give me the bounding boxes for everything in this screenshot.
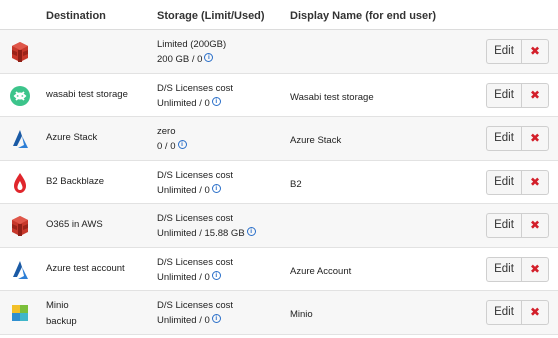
- table-body: Limited (200GB) 200 GB / 0i Edit ✖ wasab…: [0, 30, 558, 335]
- delete-button[interactable]: ✖: [521, 39, 549, 64]
- table-row: Limited (200GB) 200 GB / 0i Edit ✖: [0, 30, 558, 74]
- aws-s3-icon: [9, 215, 31, 237]
- storage-cell: Limited (200GB) 200 GB / 0i: [157, 37, 226, 67]
- delete-button[interactable]: ✖: [521, 126, 549, 151]
- info-icon[interactable]: i: [211, 183, 221, 193]
- destination-name: Azure test account: [46, 262, 125, 274]
- storage-usage: Unlimited / 0i: [157, 313, 233, 328]
- storage-usage: Unlimited / 0i: [157, 183, 233, 198]
- azure-icon: [9, 128, 31, 150]
- edit-button[interactable]: Edit: [486, 213, 521, 238]
- storage-type: D/S Licenses cost: [157, 169, 234, 181]
- edit-button[interactable]: Edit: [486, 256, 521, 282]
- table-row: B2 Backblaze D/S Licenses cost Unlimited…: [0, 160, 558, 204]
- storage-cell: D/S Licenses cost Unlimited / 0i: [157, 81, 233, 111]
- delete-button[interactable]: ✖: [521, 169, 549, 195]
- header-storage: Storage (Limit/Used): [157, 10, 265, 22]
- storage-usage: 200 GB / 0i: [157, 52, 226, 67]
- edit-button[interactable]: Edit: [486, 169, 521, 195]
- edit-button[interactable]: Edit: [486, 82, 521, 108]
- storage-cell: D/S Licenses cost Unlimited / 0i: [157, 298, 233, 328]
- destination-name: B2 Backblaze: [46, 175, 105, 187]
- storage-type: zero: [157, 126, 176, 137]
- edit-button[interactable]: Edit: [486, 300, 521, 325]
- storage-usage: Unlimited / 15.88 GB i: [157, 226, 256, 241]
- delete-button[interactable]: ✖: [521, 82, 549, 108]
- destination-name: O365 in AWS: [46, 219, 103, 230]
- destination-name: wasabi test storage: [46, 88, 128, 100]
- table-row: wasabi test storage D/S Licenses cost Un…: [0, 73, 558, 117]
- table-row: O365 in AWS D/S Licenses cost Unlimited …: [0, 204, 558, 248]
- display-name: Minio: [290, 309, 313, 320]
- info-icon[interactable]: i: [211, 270, 221, 280]
- display-name: Wasabi test storage: [290, 91, 374, 103]
- delete-button[interactable]: ✖: [521, 256, 549, 282]
- storage-type: D/S Licenses cost: [157, 256, 234, 268]
- aws-s3-icon: [9, 41, 31, 63]
- destination-name: Minio backup: [46, 300, 77, 327]
- minio-icon: [9, 302, 31, 324]
- delete-button[interactable]: ✖: [521, 213, 549, 238]
- row-actions: Edit ✖: [486, 213, 549, 238]
- storage-usage: Unlimited / 0i: [157, 96, 233, 111]
- edit-button[interactable]: Edit: [486, 126, 521, 151]
- storage-cell: D/S Licenses cost Unlimited / 15.88 GB i: [157, 211, 256, 241]
- storage-cell: zero 0 / 0i: [157, 124, 187, 154]
- row-actions: Edit ✖: [486, 82, 549, 108]
- storage-type: D/S Licenses cost: [157, 213, 234, 224]
- display-name: Azure Account: [290, 265, 352, 277]
- edit-button[interactable]: Edit: [486, 39, 521, 64]
- storage-usage: Unlimited / 0i: [157, 270, 233, 285]
- storage-usage: 0 / 0i: [157, 139, 187, 154]
- wasabi-icon: [9, 85, 31, 107]
- delete-button[interactable]: ✖: [521, 300, 549, 325]
- row-actions: Edit ✖: [486, 169, 549, 195]
- table-row: Azure test account D/S Licenses cost Unl…: [0, 247, 558, 291]
- azure-icon: [9, 259, 31, 281]
- storage-cell: D/S Licenses cost Unlimited / 0i: [157, 168, 233, 198]
- info-icon[interactable]: i: [177, 140, 187, 149]
- header-display-name: Display Name (for end user): [290, 10, 437, 22]
- table-row: Minio backup D/S Licenses cost Unlimited…: [0, 291, 558, 335]
- info-icon[interactable]: i: [246, 227, 256, 236]
- row-actions: Edit ✖: [486, 39, 549, 64]
- destinations-table: Destination Storage (Limit/Used) Display…: [0, 0, 558, 335]
- info-icon[interactable]: i: [211, 314, 221, 323]
- display-name: B2: [290, 178, 302, 190]
- row-actions: Edit ✖: [486, 300, 549, 325]
- row-actions: Edit ✖: [486, 256, 549, 282]
- storage-cell: D/S Licenses cost Unlimited / 0i: [157, 255, 233, 285]
- row-actions: Edit ✖: [486, 126, 549, 151]
- destination-name: Azure Stack: [46, 132, 98, 143]
- info-icon[interactable]: i: [204, 53, 214, 62]
- header-destination: Destination: [46, 10, 106, 22]
- storage-type: D/S Licenses cost: [157, 300, 234, 311]
- storage-type: Limited (200GB): [157, 39, 227, 50]
- table-row: Azure Stack zero 0 / 0i Azure Stack Edit…: [0, 117, 558, 161]
- storage-type: D/S Licenses cost: [157, 82, 234, 94]
- backblaze-icon: [9, 172, 31, 194]
- display-name: Azure Stack: [290, 135, 342, 146]
- table-header: Destination Storage (Limit/Used) Display…: [0, 0, 558, 30]
- info-icon[interactable]: i: [211, 96, 221, 106]
